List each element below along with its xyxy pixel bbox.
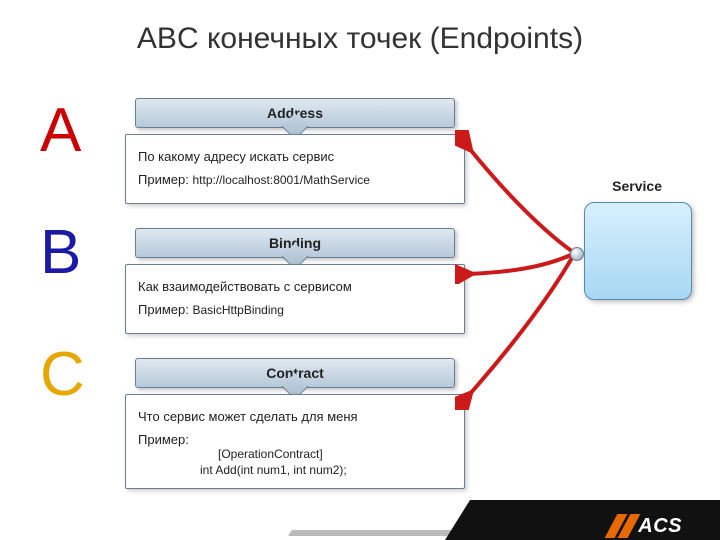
address-example-value: http://localhost:8001/MathService — [192, 173, 369, 187]
letter-a: A — [40, 100, 100, 162]
contract-example-label: Пример: — [138, 432, 189, 447]
contract-example-line1: [OperationContract] — [218, 447, 452, 463]
arrow-to-contract — [455, 250, 595, 410]
logo-text: ACS — [638, 515, 682, 538]
logo-slashes-icon — [611, 514, 637, 538]
binding-example-label: Пример: — [138, 302, 189, 317]
binding-header: Binding — [135, 228, 455, 258]
contract-body: Что сервис может сделать для меня Пример… — [125, 394, 465, 489]
acs-logo: ACS — [611, 514, 682, 538]
contract-desc: Что сервис может сделать для меня — [138, 409, 452, 424]
binding-desc: Как взаимодействовать с сервисом — [138, 279, 452, 294]
address-body: По какому адресу искать сервис Пример: h… — [125, 134, 465, 204]
binding-body: Как взаимодействовать с сервисом Пример:… — [125, 264, 465, 334]
binding-block: Binding Как взаимодействовать с сервисом… — [125, 228, 465, 334]
page-title: ABC конечных точек (Endpoints) — [0, 0, 720, 56]
abc-letters: A B C — [40, 100, 100, 466]
address-desc: По какому адресу искать сервис — [138, 149, 452, 164]
address-example-label: Пример: — [138, 172, 189, 187]
service-label: Service — [612, 178, 662, 194]
service-endpoint-dot — [570, 247, 584, 261]
letter-c: C — [40, 344, 100, 406]
address-block: Address По какому адресу искать сервис П… — [125, 98, 465, 204]
letter-b: B — [40, 222, 100, 284]
contract-header: Contract — [135, 358, 455, 388]
contract-example-line2: int Add(int num1, int num2); — [200, 463, 452, 479]
address-header: Address — [135, 98, 455, 128]
service-box — [584, 202, 692, 300]
binding-example-value: BasicHttpBinding — [192, 303, 283, 317]
contract-block: Contract Что сервис может сделать для ме… — [125, 358, 465, 489]
